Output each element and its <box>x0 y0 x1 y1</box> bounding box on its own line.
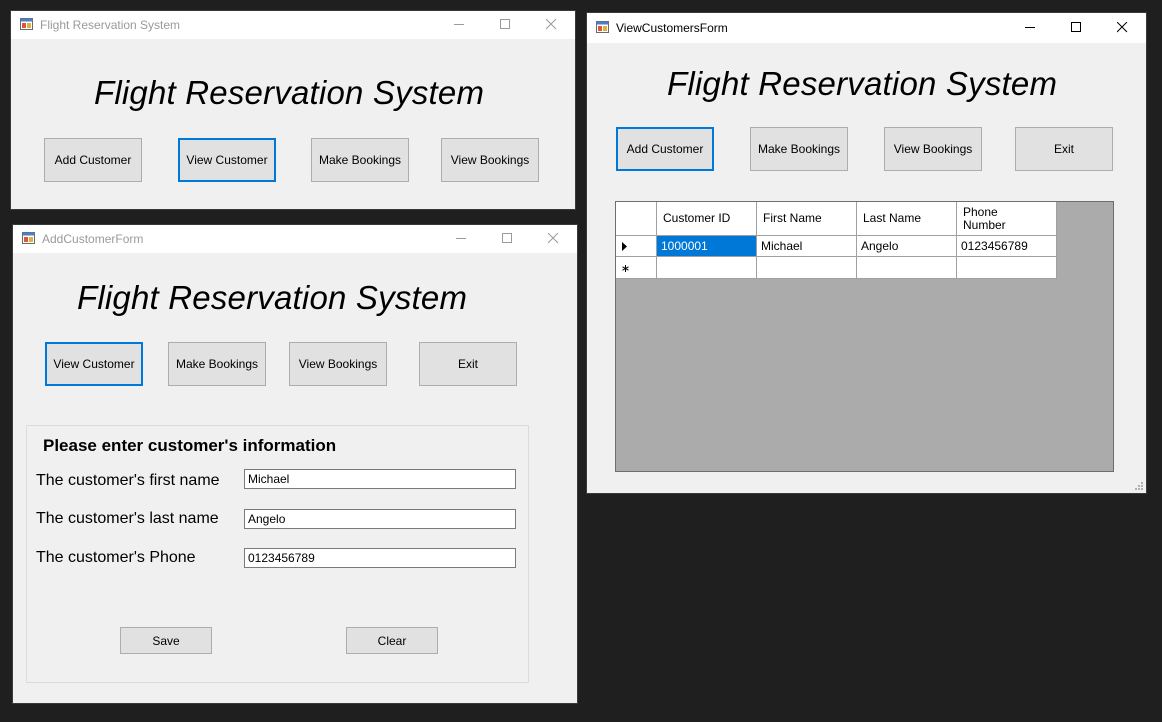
grid-cell[interactable]: Michael <box>757 236 857 257</box>
minimize-icon <box>456 238 466 239</box>
clear-button[interactable]: Clear <box>346 627 438 654</box>
window-title: AddCustomerForm <box>42 232 144 246</box>
make-bookings-button[interactable]: Make Bookings <box>168 342 266 386</box>
app-heading: Flight Reservation System <box>94 74 485 111</box>
minimize-icon <box>454 24 464 25</box>
view-customer-button[interactable]: View Customer <box>178 138 276 182</box>
close-button[interactable] <box>1100 13 1146 43</box>
maximize-button[interactable] <box>1054 13 1100 43</box>
row-header[interactable] <box>616 236 657 257</box>
minimize-button[interactable] <box>437 11 483 39</box>
new-row-cell[interactable] <box>857 257 957 279</box>
view-customer-button[interactable]: View Customer <box>45 342 143 386</box>
maximize-button[interactable] <box>485 225 531 253</box>
last-name-label: The customer's last name <box>36 510 219 527</box>
group-title: Please enter customer's information <box>43 436 337 455</box>
app-icon <box>20 18 33 30</box>
new-row-header[interactable] <box>616 257 657 279</box>
customers-data-grid[interactable]: Customer ID First Name Last Name Phone N… <box>615 201 1114 472</box>
close-icon <box>548 233 559 244</box>
last-name-field[interactable] <box>244 509 516 529</box>
make-bookings-button[interactable]: Make Bookings <box>750 127 848 171</box>
view-bookings-button[interactable]: View Bookings <box>441 138 539 182</box>
save-button[interactable]: Save <box>120 627 212 654</box>
close-icon <box>546 19 557 30</box>
new-row-cell[interactable] <box>757 257 857 279</box>
column-header[interactable]: Phone Number <box>957 202 1057 236</box>
new-row-asterisk-icon <box>622 265 629 272</box>
column-header[interactable]: Last Name <box>857 202 957 236</box>
view-bookings-button[interactable]: View Bookings <box>289 342 387 386</box>
row-pointer-icon <box>622 242 627 251</box>
grid-corner-header[interactable] <box>616 202 657 236</box>
resize-grip-icon[interactable] <box>1135 482 1144 491</box>
add-customer-titlebar[interactable]: AddCustomerForm <box>13 225 577 253</box>
first-name-field[interactable] <box>244 469 516 489</box>
close-button[interactable] <box>531 225 577 253</box>
app-icon <box>22 232 35 244</box>
first-name-label: The customer's first name <box>36 472 220 489</box>
view-customers-titlebar[interactable]: ViewCustomersForm <box>587 13 1146 43</box>
app-heading: Flight Reservation System <box>667 65 1058 102</box>
add-customer-button[interactable]: Add Customer <box>44 138 142 182</box>
minimize-button[interactable] <box>439 225 485 253</box>
grid-cell[interactable]: 0123456789 <box>957 236 1057 257</box>
exit-button[interactable]: Exit <box>419 342 517 386</box>
main-window: Flight Reservation System Flight Reserva… <box>10 10 576 210</box>
new-row-cell[interactable] <box>657 257 757 279</box>
make-bookings-button[interactable]: Make Bookings <box>311 138 409 182</box>
close-icon <box>1117 22 1128 33</box>
minimize-icon <box>1025 27 1035 28</box>
phone-label: The customer's Phone <box>36 549 196 566</box>
grid-cell[interactable]: Angelo <box>857 236 957 257</box>
grid-cell[interactable]: 1000001 <box>657 236 757 257</box>
maximize-button[interactable] <box>483 11 529 39</box>
column-header[interactable]: Customer ID <box>657 202 757 236</box>
add-customer-window: AddCustomerForm Flight Reservation Syste… <box>12 224 578 704</box>
exit-button[interactable]: Exit <box>1015 127 1113 171</box>
column-header[interactable]: First Name <box>757 202 857 236</box>
phone-field[interactable] <box>244 548 516 568</box>
app-icon <box>596 21 609 33</box>
new-row-cell[interactable] <box>957 257 1057 279</box>
window-title: ViewCustomersForm <box>616 21 728 35</box>
minimize-button[interactable] <box>1008 13 1054 43</box>
app-heading: Flight Reservation System <box>77 279 468 316</box>
main-window-titlebar[interactable]: Flight Reservation System <box>11 11 575 39</box>
window-title: Flight Reservation System <box>40 18 181 32</box>
close-button[interactable] <box>529 11 575 39</box>
view-bookings-button[interactable]: View Bookings <box>884 127 982 171</box>
add-customer-button[interactable]: Add Customer <box>616 127 714 171</box>
maximize-icon <box>1071 22 1081 32</box>
customer-info-group: Please enter customer's information The … <box>26 425 529 683</box>
view-customers-window: ViewCustomersForm Flight Reservation Sys… <box>586 12 1147 494</box>
maximize-icon <box>502 233 512 243</box>
maximize-icon <box>500 19 510 29</box>
